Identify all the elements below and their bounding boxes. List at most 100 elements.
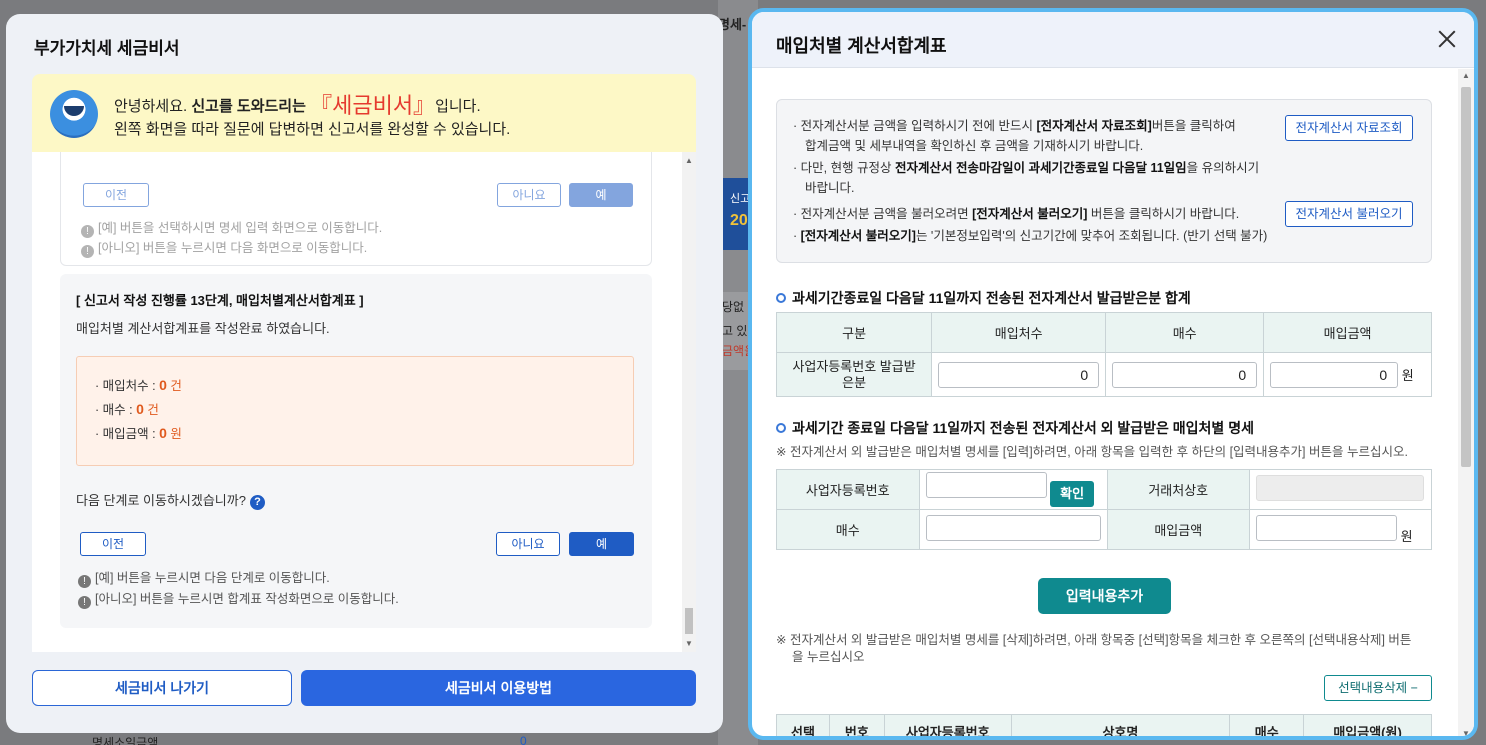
section2-note: ※ 전자계산서 외 발급받은 매입처별 명세를 [입력]하려면, 아래 항목을 …: [776, 445, 1408, 459]
next-step-question: 다음 단계로 이동하시겠습니까??: [76, 490, 265, 510]
banner-tail: 입니다.: [435, 98, 481, 115]
info-line-4: 바랍니다.: [805, 181, 855, 195]
info-text: 전자계산서분 금액을 입력하시기 전에 반드시: [800, 119, 1037, 133]
assistant-title: 부가가치세 세금비서: [34, 39, 180, 58]
section2-table: 사업자등록번호 확인 거래처상호 매수 매입금액 원: [776, 469, 1432, 550]
background-side-text-4: 고 있: [722, 324, 748, 338]
section1-header: 구분: [775, 312, 933, 353]
trade-name-input: [1256, 475, 1424, 501]
amount-unit: 원: [1401, 367, 1414, 383]
assistant-banner: 안녕하세요. 신고를 도와드리는 『세금비서』입니다. 왼쪽 화면을 따라 질문…: [32, 74, 696, 152]
previous-step-card: 이전 아니요 예 ! [예] 버튼을 선택하시면 명세 입력 화면으로 이동합니다…: [60, 152, 652, 266]
summary-row-count: · 매수 : 0 건: [95, 399, 159, 418]
vendors-input[interactable]: 0: [938, 361, 1100, 388]
info-bold: 전자계산서 전송마감일이 과세기간종료일 다음달 11일임: [895, 161, 1187, 175]
amount-label: 매입금액: [1106, 509, 1250, 550]
tax-assistant-panel: 부가가치세 세금비서 안녕하세요. 신고를 도와드리는 『세금비서』입니다. 왼…: [6, 14, 723, 733]
question-text: 다음 단계로 이동하시겠습니까?: [76, 493, 246, 508]
assistant-howto-button[interactable]: 세금비서 이용방법: [301, 670, 696, 706]
add-entry-button[interactable]: 입력내용추가: [1038, 578, 1171, 614]
modal-scrollbar[interactable]: ▲ ▼: [1458, 69, 1474, 736]
info-icon: !: [78, 596, 91, 609]
section1-table: 구분 매입처수 매수 매입금액 사업자등록번호 발급받은분 0 0 0 원: [775, 312, 1432, 397]
scroll-down-icon[interactable]: ▼: [685, 639, 693, 648]
info-text: 다만, 현행 규정상: [800, 161, 896, 175]
info-line-3: · 다만, 현행 규정상 전자계산서 전송마감일이 과세기간종료일 다음달 11…: [793, 161, 1260, 175]
prev-card-note-2-text: [아니오] 버튼을 누르시면 다음 화면으로 이동합니다.: [98, 241, 368, 255]
summary-row-vendors: · 매입처수 : 0 건: [95, 375, 182, 394]
e-invoice-query-button[interactable]: 전자계산서 자료조회: [1285, 115, 1413, 141]
count2-cell: [918, 509, 1108, 550]
step-note-2-text: [아니오] 버튼을 누르시면 합계표 작성화면으로 이동합니다.: [95, 592, 399, 606]
step-note-2: ! [아니오] 버튼을 누르시면 합계표 작성화면으로 이동합니다.: [78, 588, 399, 609]
modal-scroll-thumb[interactable]: [1461, 87, 1471, 467]
count2-input[interactable]: [925, 515, 1101, 541]
entries-table: 선택 번호 사업자등록번호 상호명 매수 매입금액(원): [776, 714, 1432, 736]
amount2-cell: 원: [1249, 509, 1432, 550]
close-icon[interactable]: [1436, 28, 1458, 50]
mascot-icon: [50, 90, 98, 138]
prev-card-no-button[interactable]: 아니요: [497, 183, 561, 207]
info-bold: [전자계산서 자료조회]: [1036, 119, 1152, 133]
e-invoice-load-button[interactable]: 전자계산서 불러오기: [1285, 201, 1413, 227]
info-icon: !: [78, 575, 91, 588]
exit-assistant-button[interactable]: 세금비서 나가기: [32, 670, 292, 706]
amount-cell: 0 원: [1263, 352, 1432, 397]
info-text: 을 유의하시기: [1186, 161, 1260, 175]
amount2-input[interactable]: [1256, 514, 1397, 541]
info-icon: !: [81, 245, 94, 258]
step-prev-button[interactable]: 이전: [80, 532, 146, 556]
help-icon[interactable]: ?: [249, 495, 265, 510]
step-subtitle: 매입처별 계산서합계표를 작성완료 하였습니다.: [76, 321, 330, 336]
row-label-issued: 사업자등록번호 발급받은분: [775, 352, 933, 397]
vendors-cell: 0: [931, 352, 1107, 397]
entries-header: 번호: [828, 714, 885, 736]
banner-help-text: 신고를 도와드리는: [191, 98, 311, 115]
info-text: 버튼을 클릭하시기 바랍니다.: [1087, 207, 1240, 221]
prev-card-note-2: ! [아니오] 버튼을 누르시면 다음 화면으로 이동합니다.: [81, 237, 367, 258]
step-no-button[interactable]: 아니요: [496, 532, 560, 556]
info-bold: [전자계산서 불러오기]: [800, 229, 916, 243]
trade-name-cell: [1249, 469, 1432, 510]
chat-scroll-thumb[interactable]: [685, 608, 693, 634]
count-cell: 0: [1105, 352, 1265, 397]
info-box: · 전자계산서분 금액을 입력하시기 전에 반드시 [전자계산서 자료조회]버튼…: [776, 99, 1432, 263]
step-yes-button[interactable]: 예: [569, 532, 634, 556]
scroll-up-icon[interactable]: ▲: [1462, 71, 1470, 80]
summary-unit: 건: [166, 379, 182, 393]
summary-row-amount: · 매입금액 : 0 원: [95, 423, 182, 442]
amount-input[interactable]: 0: [1270, 361, 1399, 388]
summary-label: · 매수 :: [95, 403, 137, 417]
banner-brand: 『세금비서』: [310, 93, 436, 118]
summary-label: · 매입금액 :: [95, 427, 160, 441]
bullet-ring-icon: [776, 293, 786, 303]
trade-name-label: 거래처상호: [1106, 469, 1250, 510]
info-text: 전자계산서분 금액을 불러오려면: [800, 207, 973, 221]
section2-title-text: 과세기간 종료일 다음달 11일까지 전송된 전자계산서 외 발급받은 매입처별…: [792, 420, 1254, 436]
prev-card-yes-button[interactable]: 예: [569, 183, 633, 207]
background-bottom-value: 0: [520, 734, 527, 745]
count-label: 매수: [776, 509, 920, 550]
chat-scrollbar[interactable]: ▲ ▼: [682, 152, 696, 652]
prev-card-prev-button[interactable]: 이전: [83, 183, 149, 207]
info-line-6: · [전자계산서 불러오기]는 '기본정보입력'의 신고기간에 맞추어 조회됩니…: [793, 229, 1268, 243]
assistant-chat-area[interactable]: 이전 아니요 예 ! [예] 버튼을 선택하시면 명세 입력 화면으로 이동합니다…: [32, 152, 696, 652]
scroll-down-icon[interactable]: ▼: [1462, 729, 1470, 736]
background-side-text-3: 당없: [722, 300, 745, 314]
scroll-up-icon[interactable]: ▲: [685, 156, 693, 165]
summary-unit: 건: [143, 403, 159, 417]
count-input[interactable]: 0: [1112, 361, 1258, 388]
entries-header: 매수: [1229, 714, 1305, 736]
prev-card-note-1: ! [예] 버튼을 선택하시면 명세 입력 화면으로 이동합니다.: [81, 217, 382, 238]
biz-no-confirm-button[interactable]: 확인: [1050, 481, 1095, 507]
amount2-unit: 원: [1400, 528, 1413, 544]
step-note-1: ! [예] 버튼을 누르시면 다음 단계로 이동합니다.: [78, 567, 330, 588]
delete-selected-button[interactable]: 선택내용삭제 −: [1324, 675, 1432, 701]
biz-no-input[interactable]: [925, 472, 1047, 498]
biz-no-cell: 확인: [918, 469, 1108, 510]
section1-header: 매수: [1105, 312, 1265, 353]
section1-title-text: 과세기간종료일 다음달 11일까지 전송된 전자계산서 발급받은분 합계: [792, 290, 1191, 306]
biz-no-label: 사업자등록번호: [776, 469, 920, 510]
info-text: 버튼을 클릭하여: [1151, 119, 1236, 133]
section1-title: 과세기간종료일 다음달 11일까지 전송된 전자계산서 발급받은분 합계: [776, 288, 1191, 308]
